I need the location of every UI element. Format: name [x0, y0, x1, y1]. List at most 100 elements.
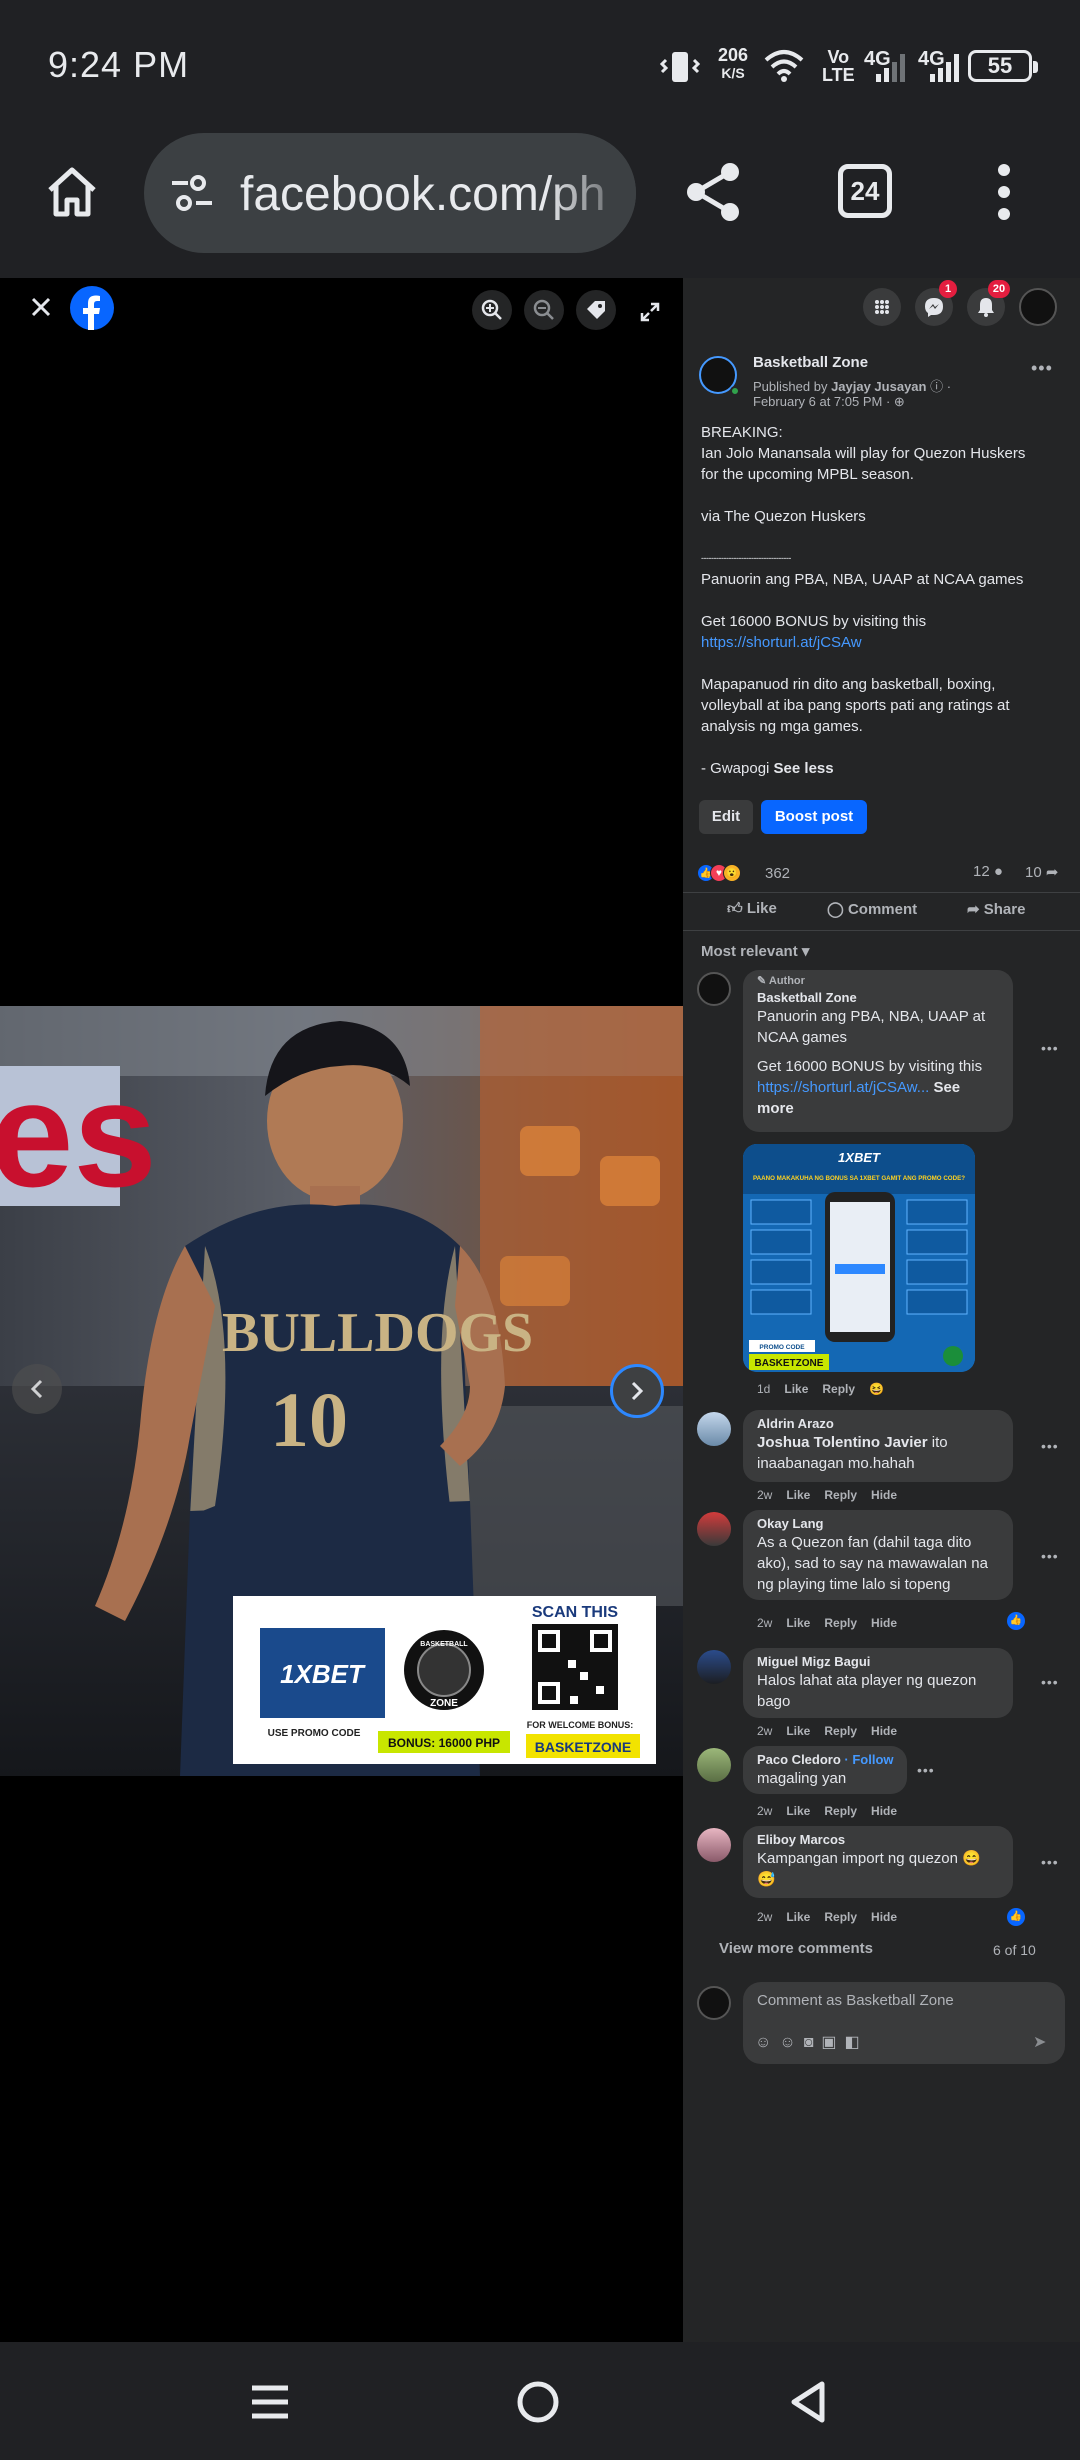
comment-meta: 2w Like Reply Hide [757, 1616, 911, 1630]
comment-time[interactable]: 2w [757, 1724, 772, 1738]
comment-like-button[interactable]: Like [786, 1804, 810, 1818]
comment-options-icon[interactable]: ••• [1041, 1438, 1059, 1454]
comment-reply-button[interactable]: Reply [824, 1724, 857, 1738]
comment-reaction-icon[interactable]: 😆 [869, 1382, 884, 1396]
post-line: Ian Jolo Manansala will play for Quezon … [701, 445, 1026, 462]
site-settings-icon[interactable] [168, 173, 216, 213]
close-icon[interactable] [30, 296, 52, 318]
comment-author[interactable]: Aldrin Arazo [757, 1416, 834, 1431]
comment-hide-button[interactable]: Hide [871, 1616, 897, 1630]
comment-like-button[interactable]: Like [786, 1616, 810, 1630]
see-more-link[interactable]: See [929, 1079, 960, 1096]
gif-icon[interactable]: ▣ [821, 2034, 844, 2051]
comment-avatar[interactable] [697, 972, 731, 1006]
comment-reply-button[interactable]: Reply [824, 1910, 857, 1924]
comment-options-icon[interactable]: ••• [1041, 1674, 1059, 1690]
url-fade [546, 133, 636, 253]
follow-link[interactable]: · Follow [841, 1752, 893, 1767]
comment-hide-button[interactable]: Hide [871, 1804, 897, 1818]
comment-author[interactable]: Eliboy Marcos [757, 1832, 845, 1847]
reactions-count[interactable]: 362 [765, 865, 790, 882]
comment-avatar[interactable] [697, 1650, 731, 1684]
publisher-name[interactable]: Jayjay Jusayan [831, 379, 926, 394]
view-more-comments-link[interactable]: View more comments [719, 1940, 873, 1957]
author-tag-text: Author [768, 975, 805, 987]
comment-time[interactable]: 1d [757, 1382, 770, 1396]
address-bar[interactable]: facebook.com/ph [144, 133, 636, 253]
comment-options-icon[interactable]: ••• [1041, 1854, 1059, 1870]
comment-avatar[interactable] [697, 1828, 731, 1862]
profile-avatar[interactable] [1019, 288, 1057, 326]
like-reaction-icon[interactable]: 👍 [1007, 1908, 1025, 1926]
comment-sort-dropdown[interactable]: Most relevant ▾ [701, 942, 809, 960]
comment-image[interactable]: 1XBET PAANO MAKAKUHA NG BONUS SA 1XBET G… [743, 1144, 975, 1372]
recent-apps-icon[interactable] [248, 2382, 292, 2422]
share-button[interactable]: ➦ Share [967, 900, 1025, 918]
like-reaction-icon[interactable]: 👍 [1007, 1612, 1025, 1630]
fullscreen-icon[interactable] [640, 302, 660, 322]
comment-hide-button[interactable]: Hide [871, 1910, 897, 1924]
see-more-link-continued[interactable]: more [757, 1098, 1007, 1119]
zoom-in-button[interactable] [472, 290, 512, 330]
comment-button[interactable]: ◯ Comment [827, 900, 917, 918]
comment-time[interactable]: 2w [757, 1804, 772, 1818]
next-photo-button[interactable] [610, 1364, 664, 1418]
back-icon[interactable] [788, 2380, 828, 2424]
shares-count[interactable]: 10 ➦ [1025, 863, 1058, 881]
sticker-icon[interactable]: ◧ [844, 2034, 867, 2051]
comment-author[interactable]: Okay Lang [757, 1516, 823, 1531]
comment-reply-button[interactable]: Reply [824, 1616, 857, 1630]
comment-hide-button[interactable]: Hide [871, 1488, 897, 1502]
comment-like-button[interactable]: Like [786, 1488, 810, 1502]
comment-link[interactable]: https://shorturl.at/jCSAw... [757, 1079, 929, 1096]
comment-reply-button[interactable]: Reply [824, 1804, 857, 1818]
home-circle-icon[interactable] [516, 2380, 560, 2424]
boost-post-button[interactable]: Boost post [761, 800, 867, 834]
post-options-icon[interactable]: ••• [1031, 358, 1053, 379]
comment-avatar[interactable] [697, 1412, 731, 1446]
post-photo[interactable]: es BULLDOGS 10 1XBET USE PROMO CODE BASK… [0, 1006, 683, 1776]
page-name[interactable]: Basketball Zone [753, 354, 868, 371]
see-less-link[interactable]: See less [774, 760, 834, 777]
reaction-icons[interactable]: 👍 ♥ 😮 [697, 864, 745, 884]
comment-time[interactable]: 2w [757, 1488, 772, 1502]
comment-hide-button[interactable]: Hide [871, 1724, 897, 1738]
edit-button[interactable]: Edit [699, 800, 753, 834]
menu-button[interactable] [863, 288, 901, 326]
home-icon[interactable] [44, 164, 100, 220]
overflow-menu-icon[interactable] [994, 160, 1014, 224]
tab-switcher-button[interactable]: 24 [838, 164, 892, 218]
comment-avatar[interactable] [697, 1512, 731, 1546]
comment-reply-button[interactable]: Reply [822, 1382, 855, 1396]
comment-options-icon[interactable]: ••• [917, 1762, 935, 1778]
comment-reply-button[interactable]: Reply [824, 1488, 857, 1502]
signal-2-icon [930, 54, 959, 82]
post-date[interactable]: February 6 at 7:05 PM · ⊕ [753, 394, 905, 410]
like-button[interactable]: 👍︎ Like [727, 900, 777, 918]
tag-photo-button[interactable] [576, 290, 616, 330]
comments-count[interactable]: 12 ● [973, 863, 1003, 880]
comment-options-icon[interactable]: ••• [1041, 1548, 1059, 1564]
comment-author[interactable]: Basketball Zone [757, 990, 857, 1005]
comment-author[interactable]: Miguel Migz Bagui [757, 1654, 870, 1669]
signal-1-icon [876, 54, 905, 82]
emoji-icon[interactable]: ☺ [779, 2034, 803, 2051]
comment-time[interactable]: 2w [757, 1910, 772, 1924]
zoom-out-button[interactable] [524, 290, 564, 330]
comment-author[interactable]: Paco Cledoro [757, 1752, 841, 1767]
comment-like-button[interactable]: Like [784, 1382, 808, 1396]
comment-avatar[interactable] [697, 1748, 731, 1782]
comment-mention[interactable]: Joshua Tolentino Javier [757, 1434, 928, 1451]
facebook-logo-icon[interactable] [70, 286, 114, 330]
comment-like-button[interactable]: Like [786, 1910, 810, 1924]
avatar-sticker-icon[interactable]: ☺ [755, 2034, 779, 2051]
comment-composer[interactable]: Comment as Basketball Zone ☺☺◙▣◧ ➤ [743, 1982, 1065, 2064]
send-icon[interactable]: ➤ [1033, 2032, 1046, 2052]
comment-like-button[interactable]: Like [786, 1724, 810, 1738]
post-link[interactable]: https://shorturl.at/jCSAw [701, 632, 1071, 653]
comment-options-icon[interactable]: ••• [1041, 1040, 1059, 1056]
share-icon[interactable] [682, 160, 746, 224]
previous-photo-button[interactable] [12, 1364, 62, 1414]
camera-icon[interactable]: ◙ [804, 2034, 822, 2051]
comment-time[interactable]: 2w [757, 1616, 772, 1630]
